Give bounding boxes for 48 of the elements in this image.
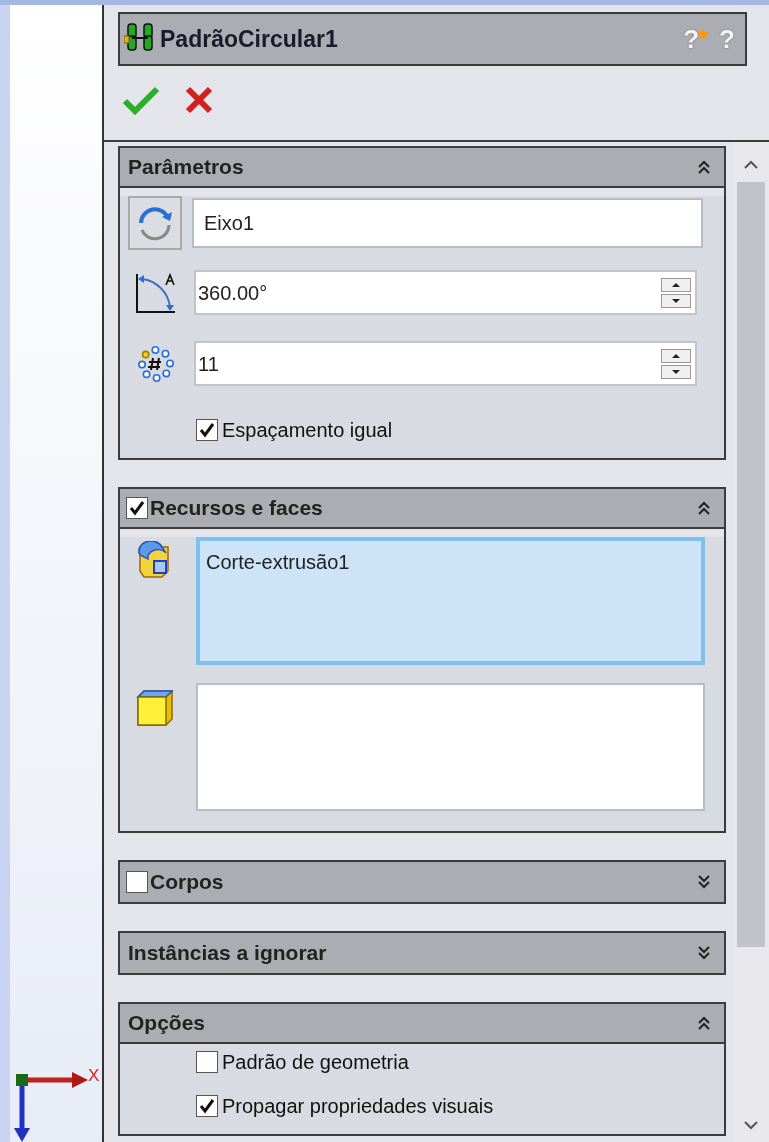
spin-down-button[interactable] xyxy=(661,364,691,379)
angle-field[interactable]: 360.00° xyxy=(194,270,697,315)
spin-up-button[interactable] xyxy=(661,277,691,292)
group-header[interactable]: Parâmetros xyxy=(120,148,724,188)
up-arrow-icon xyxy=(671,352,681,359)
spin-up-button[interactable] xyxy=(661,348,691,363)
up-arrow-icon xyxy=(671,281,681,288)
feature-title: PadrãoCircular1 xyxy=(160,24,338,54)
group-title: Recursos e faces xyxy=(150,495,323,522)
group-header[interactable]: Recursos e faces xyxy=(120,489,724,529)
spin-down-button[interactable] xyxy=(661,293,691,308)
list-item[interactable]: Corte-extrusão1 xyxy=(206,547,695,577)
checkbox[interactable] xyxy=(196,1095,218,1117)
checkbox[interactable] xyxy=(196,419,218,441)
group-checkbox[interactable] xyxy=(126,497,148,519)
x-axis-label: X xyxy=(88,1065,100,1087)
scroll-down-icon[interactable] xyxy=(743,1120,759,1132)
checkbox-label: Propagar propriedades visuais xyxy=(222,1094,494,1119)
scrollbar[interactable] xyxy=(733,142,769,1142)
count-field[interactable]: 11 xyxy=(194,341,697,386)
expand-icon[interactable] xyxy=(696,874,712,890)
group-header[interactable]: Corpos xyxy=(120,862,724,902)
group-header[interactable]: Instâncias a ignorar xyxy=(120,933,724,973)
scroll-up-icon[interactable] xyxy=(743,158,759,170)
checkbox-label: Espaçamento igual xyxy=(222,418,393,443)
cube-icon xyxy=(136,689,174,729)
down-arrow-icon xyxy=(671,297,681,304)
expand-icon[interactable] xyxy=(696,945,712,961)
cancel-x-icon[interactable] xyxy=(184,85,214,115)
group-title: Instâncias a ignorar xyxy=(127,940,327,967)
collapse-icon[interactable] xyxy=(696,1015,712,1031)
scrollbar-thumb[interactable] xyxy=(737,182,765,947)
group-checkbox[interactable] xyxy=(126,871,148,893)
checkbox[interactable] xyxy=(196,1051,218,1073)
axis-field[interactable]: Eixo1 xyxy=(192,198,703,248)
group-title: Parâmetros xyxy=(127,154,244,181)
ok-check-icon[interactable] xyxy=(122,85,160,115)
group-title: Corpos xyxy=(150,869,224,896)
checkbox-label: Padrão de geometria xyxy=(222,1050,409,1075)
group-header[interactable]: Opções xyxy=(120,1004,724,1044)
group-title: Opções xyxy=(127,1010,206,1037)
collapse-icon[interactable] xyxy=(696,500,712,516)
collapse-icon[interactable] xyxy=(696,159,712,175)
star-icon xyxy=(697,27,710,40)
down-arrow-icon xyxy=(671,368,681,375)
selection-list[interactable]: Corte-extrusão1 xyxy=(196,537,705,665)
axis-select-button[interactable] xyxy=(128,196,182,250)
pattern-count-icon xyxy=(136,343,176,384)
